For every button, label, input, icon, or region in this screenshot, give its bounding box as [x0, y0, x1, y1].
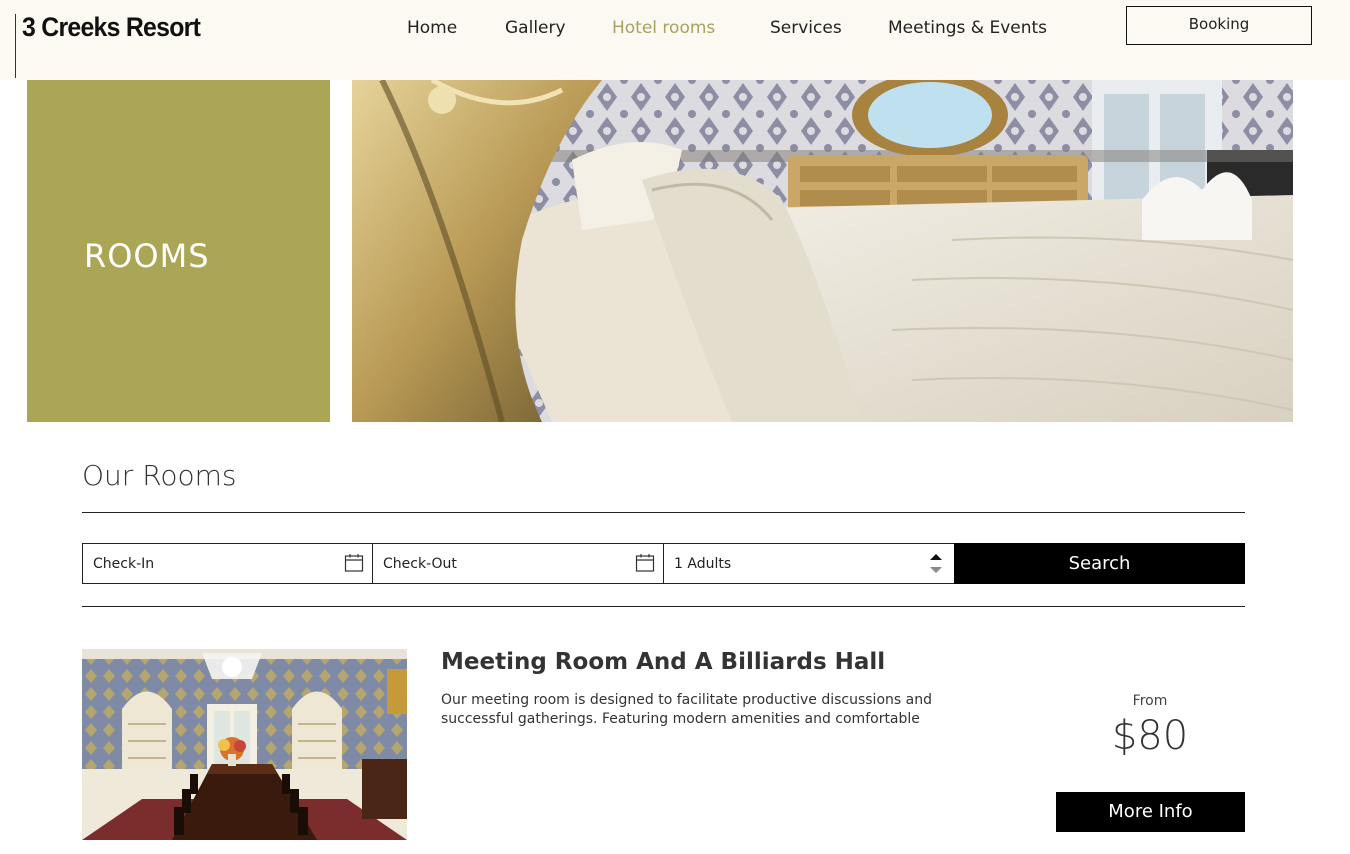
section-divider-top — [82, 512, 1245, 513]
search-button[interactable]: Search — [954, 543, 1245, 584]
room-price: $80 — [1111, 713, 1189, 759]
stepper-arrows-icon[interactable] — [926, 550, 946, 578]
room-image[interactable] — [82, 649, 407, 840]
room-title[interactable]: Meeting Room And A Billiards Hall — [441, 649, 885, 675]
more-info-button[interactable]: More Info — [1056, 792, 1245, 832]
hero-image — [352, 80, 1293, 422]
our-rooms-title: Our Rooms — [82, 459, 237, 492]
room-description: Our meeting room is designed to facilita… — [441, 692, 932, 727]
nav-services[interactable]: Services — [770, 18, 842, 38]
calendar-icon[interactable] — [344, 553, 364, 573]
booking-button[interactable]: Booking — [1126, 6, 1312, 45]
nav-gallery[interactable]: Gallery — [505, 18, 566, 38]
nav-hotel-rooms[interactable]: Hotel rooms — [612, 18, 715, 38]
hero-title-block: ROOMS — [27, 80, 330, 422]
checkout-label: Check-Out — [383, 556, 457, 572]
checkin-label: Check-In — [93, 556, 155, 572]
room-search-bar: Check-In Check-Out 1 Adults Search — [82, 543, 1245, 584]
checkout-field[interactable]: Check-Out — [372, 543, 664, 584]
bed-photo-illustration — [352, 80, 1293, 422]
dining-room-illustration — [82, 649, 407, 840]
checkin-field[interactable]: Check-In — [82, 543, 373, 584]
nav-meetings-events[interactable]: Meetings & Events — [888, 18, 1047, 38]
price-from-label: From — [1132, 693, 1168, 709]
calendar-icon[interactable] — [635, 553, 655, 573]
nav-home[interactable]: Home — [407, 18, 457, 38]
guests-label: 1 Adults — [674, 556, 732, 572]
guests-field[interactable]: 1 Adults — [663, 543, 955, 584]
section-divider-bottom — [82, 606, 1245, 607]
site-header: 3 Creeks Resort Home Gallery Hotel rooms… — [0, 0, 1350, 80]
hero-title: ROOMS — [84, 237, 210, 275]
